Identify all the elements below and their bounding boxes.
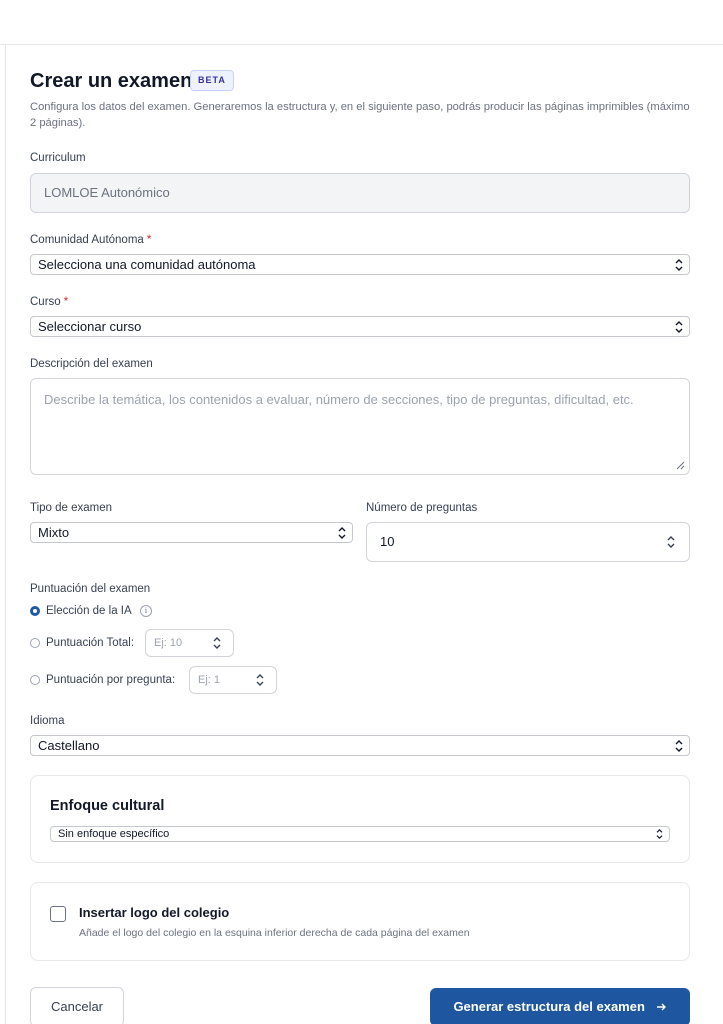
- comunidad-label-text: Comunidad Autónoma: [30, 234, 144, 246]
- puntuacion-pregunta-placeholder: Ej: 1: [198, 674, 221, 686]
- stepper-icon[interactable]: [213, 637, 221, 649]
- tipo-select[interactable]: Mixto: [30, 522, 353, 543]
- required-mark: *: [146, 234, 152, 246]
- puntuacion-label: Puntuación del examen: [30, 583, 151, 595]
- comunidad-select-value: Selecciona una comunidad autónoma: [38, 257, 256, 272]
- generate-structure-button[interactable]: Generar estructura del examen: [430, 988, 690, 1024]
- page-title: Crear un examen: [30, 70, 193, 92]
- radio-puntuacion-pregunta-label: Puntuación por pregunta:: [46, 674, 176, 686]
- idioma-label: Idioma: [30, 715, 65, 727]
- curso-select-value: Seleccionar curso: [38, 319, 142, 334]
- curso-label-text: Curso: [30, 296, 61, 308]
- enfoque-cultural-select[interactable]: Sin enfoque específico: [50, 826, 670, 842]
- page-subtitle: Configura los datos del examen. Generare…: [30, 101, 690, 129]
- puntuacion-total-input[interactable]: Ej: 10: [145, 629, 234, 657]
- logo-title: Insertar logo del colegio: [79, 905, 230, 920]
- arrow-right-icon: [656, 1003, 666, 1011]
- enfoque-cultural-panel: [30, 775, 690, 863]
- stepper-icon[interactable]: [256, 674, 264, 686]
- chevron-updown-icon: [675, 739, 683, 752]
- radio-puntuacion-pregunta[interactable]: [30, 675, 40, 685]
- radio-puntuacion-total-label: Puntuación Total:: [46, 637, 135, 649]
- resize-handle-icon[interactable]: [675, 460, 685, 470]
- generate-structure-label: Generar estructura del examen: [453, 999, 645, 1014]
- logo-checkbox[interactable]: [50, 906, 66, 922]
- comunidad-select[interactable]: Selecciona una comunidad autónoma: [30, 254, 690, 275]
- chevron-updown-icon: [656, 829, 663, 839]
- curso-label: Curso *: [30, 295, 68, 309]
- tipo-label: Tipo de examen: [30, 502, 113, 514]
- logo-panel: [30, 882, 690, 961]
- curriculum-label: Curriculum: [30, 152, 86, 164]
- required-mark: *: [63, 296, 69, 308]
- idioma-select[interactable]: Castellano: [30, 735, 690, 756]
- descripcion-textarea[interactable]: Describe la temática, los contenidos a e…: [30, 378, 690, 475]
- curso-select[interactable]: Seleccionar curso: [30, 316, 690, 337]
- idioma-select-value: Castellano: [38, 738, 100, 753]
- radio-puntuacion-total[interactable]: [30, 638, 40, 648]
- numero-preguntas-input[interactable]: 10: [366, 522, 690, 562]
- chevron-updown-icon: [675, 258, 683, 271]
- beta-badge: BETA: [190, 70, 234, 91]
- puntuacion-pregunta-input[interactable]: Ej: 1: [189, 666, 277, 694]
- info-icon[interactable]: i: [140, 605, 152, 617]
- puntuacion-total-placeholder: Ej: 10: [154, 637, 183, 649]
- descripcion-label: Descripción del examen: [30, 358, 153, 370]
- logo-description: Añade el logo del colegio en la esquina …: [79, 927, 470, 939]
- tipo-select-value: Mixto: [38, 525, 70, 540]
- chevron-updown-icon: [338, 526, 346, 539]
- curriculum-field: LOMLOE Autonómico: [30, 173, 690, 213]
- chevron-updown-icon: [675, 320, 683, 333]
- stepper-icon[interactable]: [667, 536, 675, 548]
- comunidad-label: Comunidad Autónoma *: [30, 233, 151, 247]
- numero-preguntas-label: Número de preguntas: [366, 502, 478, 514]
- numero-preguntas-value: 10: [380, 534, 395, 549]
- top-bar: [0, 0, 723, 45]
- descripcion-placeholder: Describe la temática, los contenidos a e…: [44, 392, 634, 407]
- radio-eleccion-ia-label: Elección de la IA: [46, 605, 132, 617]
- enfoque-cultural-title: Enfoque cultural: [50, 798, 165, 814]
- cancel-button[interactable]: Cancelar: [30, 987, 124, 1024]
- enfoque-cultural-value: Sin enfoque específico: [58, 828, 170, 840]
- radio-eleccion-ia[interactable]: [30, 606, 40, 616]
